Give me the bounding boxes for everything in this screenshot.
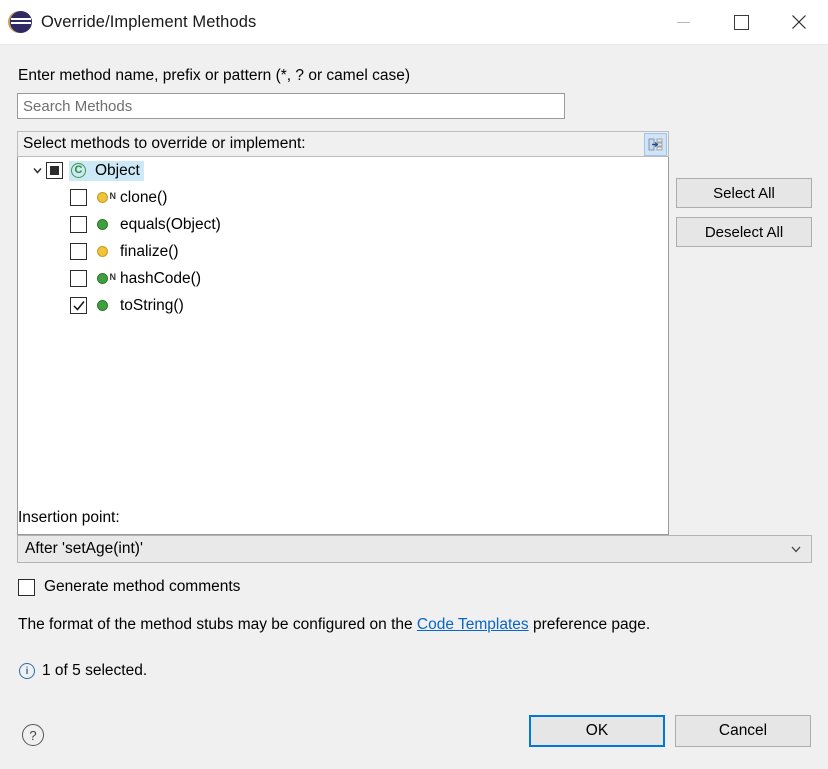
close-button[interactable] <box>770 0 828 44</box>
maximize-icon <box>734 15 749 30</box>
tree-row-finalize[interactable]: finalize() <box>18 238 668 265</box>
tree-row-tostring-label: toString() <box>120 297 184 315</box>
native-marker: N <box>110 192 117 201</box>
deselect-all-button[interactable]: Deselect All <box>676 217 812 247</box>
chevron-down-glyph <box>790 543 802 555</box>
checkbox-object[interactable] <box>46 162 63 179</box>
status-text: 1 of 5 selected. <box>42 662 147 680</box>
status-line: i 1 of 5 selected. <box>19 662 147 680</box>
minimize-icon <box>677 22 690 23</box>
tree-header: Select methods to override or implement: <box>17 131 669 157</box>
tree-row-object-label: Object <box>95 162 140 180</box>
method-tree[interactable]: C Object N clone() equals(Object) fi <box>17 157 669 535</box>
tree-row-finalize-label: finalize() <box>120 243 179 261</box>
select-all-button[interactable]: Select All <box>676 178 812 208</box>
checkbox-equals[interactable] <box>70 216 87 233</box>
public-method-icon <box>93 300 111 311</box>
protected-method-icon: N <box>93 192 111 203</box>
tree-row-clone-label: clone() <box>120 189 167 207</box>
checkbox-clone[interactable] <box>70 189 87 206</box>
title-bar: Override/Implement Methods <box>0 0 828 45</box>
tree-row-equals[interactable]: equals(Object) <box>18 211 668 238</box>
generate-comments-row[interactable]: Generate method comments <box>18 578 240 596</box>
class-icon: C <box>71 163 86 178</box>
insertion-point-select[interactable]: After 'setAge(int)' <box>17 535 812 563</box>
public-method-icon: N <box>93 273 111 284</box>
maximize-button[interactable] <box>712 0 770 44</box>
close-icon <box>791 14 807 30</box>
code-templates-link[interactable]: Code Templates <box>417 616 529 633</box>
window-title: Override/Implement Methods <box>41 13 256 32</box>
generate-comments-checkbox[interactable] <box>18 579 35 596</box>
protected-method-icon <box>93 246 111 257</box>
info-icon: i <box>19 663 35 679</box>
minimize-button[interactable] <box>654 0 712 44</box>
help-icon[interactable]: ? <box>22 724 44 746</box>
filter-toggle-glyph <box>648 137 663 152</box>
format-note-prefix: The format of the method stubs may be co… <box>18 616 417 633</box>
dialog-body: Enter method name, prefix or pattern (*,… <box>0 45 828 769</box>
native-marker: N <box>110 273 117 282</box>
public-dot <box>97 219 108 230</box>
eclipse-icon <box>10 11 32 33</box>
format-note-suffix: preference page. <box>529 616 651 633</box>
ok-button[interactable]: OK <box>529 715 665 747</box>
checkbox-finalize[interactable] <box>70 243 87 260</box>
insertion-point-label: Insertion point: <box>18 509 120 527</box>
window-controls <box>654 0 828 44</box>
checkbox-tostring[interactable] <box>70 297 87 314</box>
check-icon <box>72 299 86 313</box>
checkbox-hashcode[interactable] <box>70 270 87 287</box>
generate-comments-label: Generate method comments <box>44 578 240 596</box>
tree-row-object[interactable]: C Object <box>18 157 668 184</box>
chevron-down-icon <box>790 543 802 555</box>
format-note: The format of the method stubs may be co… <box>18 616 650 634</box>
tree-row-tostring[interactable]: toString() <box>18 292 668 319</box>
tree-row-equals-label: equals(Object) <box>120 216 221 234</box>
search-input[interactable] <box>17 93 565 119</box>
tree-row-clone[interactable]: N clone() <box>18 184 668 211</box>
protected-dot <box>97 246 108 257</box>
protected-dot <box>97 192 108 203</box>
public-method-icon <box>93 219 111 230</box>
insertion-point-value: After 'setAge(int)' <box>25 540 143 558</box>
link-with-editor-icon[interactable] <box>644 133 667 156</box>
public-dot <box>97 300 108 311</box>
public-dot <box>97 273 108 284</box>
tree-header-label: Select methods to override or implement: <box>23 135 306 153</box>
tree-row-object-content: C Object <box>69 161 144 181</box>
chevron-down-glyph <box>32 165 43 176</box>
chevron-down-icon[interactable] <box>28 165 46 176</box>
cancel-button[interactable]: Cancel <box>675 715 811 747</box>
tree-row-hashcode[interactable]: N hashCode() <box>18 265 668 292</box>
search-label: Enter method name, prefix or pattern (*,… <box>18 67 410 85</box>
tree-row-hashcode-label: hashCode() <box>120 270 201 288</box>
